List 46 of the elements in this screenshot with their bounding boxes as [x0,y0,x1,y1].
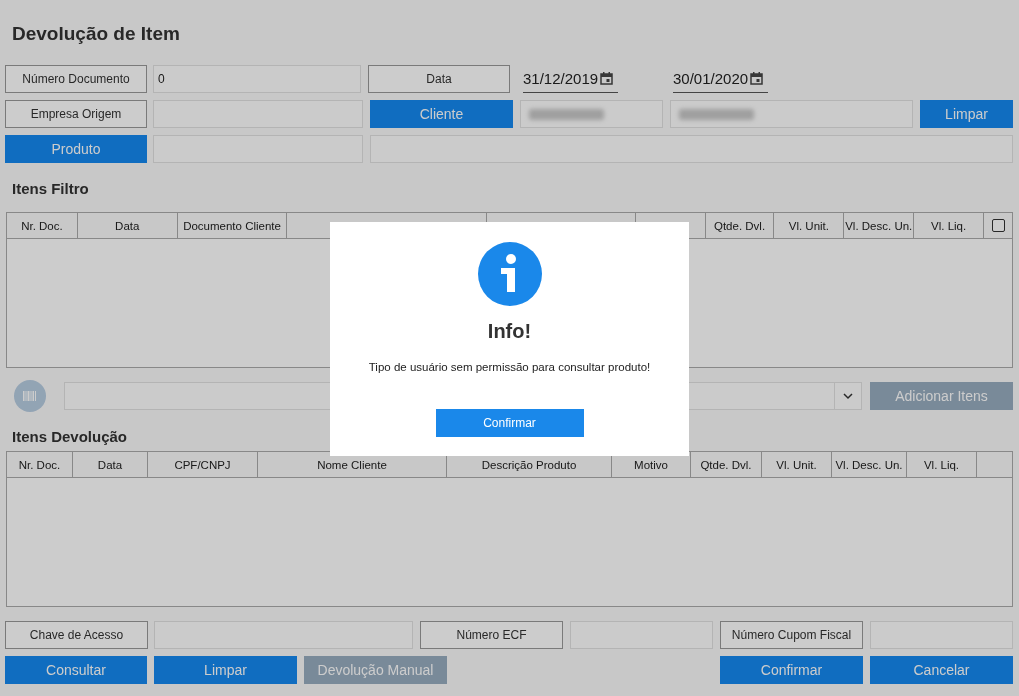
column-header: Data [97,458,123,471]
column-header: Nr. Doc. [18,458,61,471]
action-button[interactable]: Produto [5,135,147,163]
action-button[interactable]: Limpar [920,100,1013,128]
column-header: Vl. Desc. Un. [845,219,913,232]
calendar-icon[interactable] [750,72,764,85]
column-header: CPF/CNPJ [174,458,231,471]
input-field[interactable]: 0 [153,65,361,93]
date-field[interactable]: 31/12/2019 [523,65,618,93]
calendar-icon[interactable] [600,72,614,85]
column-header: Nr. Doc. [21,219,63,232]
action-button[interactable]: Cliente [370,100,513,128]
field-label: Data [368,65,510,93]
column-header: Vl. Unit. [788,219,829,232]
dialog-message: Tipo de usuário sem permissão para consultar produto! [368,361,651,373]
section-title: Itens Devolução [12,428,128,447]
field-label: Número Cupom Fiscal [720,621,863,649]
column-header: Data [115,219,140,232]
date-field[interactable]: 30/01/2020 [673,65,768,93]
action-button[interactable]: Cancelar [870,656,1013,684]
dialog-title: Info! [487,320,532,343]
section-title: Itens Filtro [12,180,89,199]
column-header: Qtde. Dvl. [700,458,752,471]
input-field[interactable] [520,100,663,128]
column-header: Documento Cliente [183,219,281,232]
column-header: Vl. Desc. Un. [835,458,903,471]
select-all-checkbox[interactable] [991,219,1005,232]
input-field[interactable] [670,100,913,128]
column-header: Vl. Liq. [931,219,967,232]
page-title: Devolução de Item [12,22,180,46]
action-button[interactable]: Consultar [5,656,147,684]
action-button[interactable]: Limpar [154,656,297,684]
field-label: Empresa Origem [5,100,147,128]
info-icon [477,242,542,306]
field-label: Número ECF [420,621,563,649]
column-header: Qtde. Dvl. [713,219,766,232]
column-header: Motivo [634,458,668,471]
column-header: Vl. Liq. [923,458,960,471]
barcode-icon[interactable] [14,380,46,412]
column-header: Vl. Unit. [776,458,817,471]
confirm-button[interactable]: Confirmar [435,409,584,437]
field-label: Chave de Acesso [5,621,148,649]
action-button[interactable]: Confirmar [720,656,863,684]
column-header: Nome Cliente [317,458,387,471]
column-header: Descrição Produto [481,458,577,471]
field-label: Número Documento [5,65,147,93]
